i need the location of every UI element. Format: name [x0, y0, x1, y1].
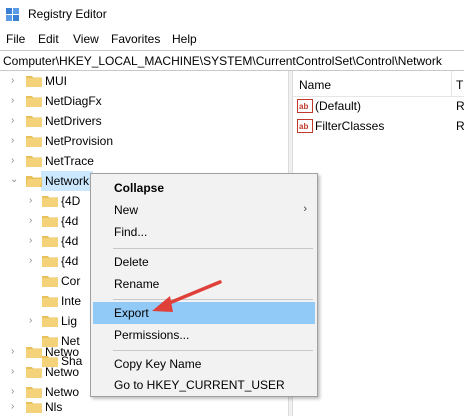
chevron-right-icon[interactable]: ›: [11, 387, 21, 397]
chevron-right-icon[interactable]: ›: [11, 136, 21, 146]
tree-item-label: Nls: [45, 400, 63, 414]
value-row-default[interactable]: ab (Default) R: [293, 96, 464, 116]
menu-item-label: New: [114, 203, 139, 217]
chevron-right-icon[interactable]: ›: [29, 196, 39, 206]
folder-icon: [26, 116, 42, 127]
tree-item-label: MUI: [45, 74, 67, 88]
string-value-icon: ab: [297, 99, 313, 113]
tree-item-label: {4D: [61, 194, 81, 208]
folder-icon: [42, 316, 58, 327]
tree-item-nls[interactable]: › Nls: [0, 397, 272, 416]
menu-item-label: Go to HKEY_CURRENT_USER: [114, 378, 285, 392]
menu-item-new[interactable]: New ›: [93, 199, 315, 221]
tree-item-netdrivers[interactable]: › NetDrivers: [0, 111, 272, 131]
menu-bar: File Edit View Favorites Help: [0, 30, 464, 50]
chevron-right-icon[interactable]: ›: [11, 76, 21, 86]
folder-icon: [42, 196, 58, 207]
menu-favorites[interactable]: Favorites: [111, 32, 160, 46]
chevron-right-icon[interactable]: ›: [11, 347, 21, 357]
values-column-header: Name T: [293, 71, 464, 97]
tree-item-label: NetDiagFx: [45, 94, 102, 108]
menu-item-copy-key-name[interactable]: Copy Key Name: [93, 353, 315, 375]
values-pane[interactable]: Name T ab (Default) R ab FilterClasses R: [293, 71, 464, 416]
folder-icon: [26, 136, 42, 147]
folder-icon: [42, 296, 58, 307]
submenu-arrow-icon: ›: [303, 203, 307, 215]
menu-item-label: Delete: [114, 255, 149, 269]
folder-icon: [42, 236, 58, 247]
window-title: Registry Editor: [28, 7, 107, 21]
value-type: R: [456, 119, 464, 133]
chevron-right-icon[interactable]: ›: [11, 116, 21, 126]
menu-item-label: Copy Key Name: [114, 357, 202, 371]
value-row-filterclasses[interactable]: ab FilterClasses R: [293, 116, 464, 136]
tree-item-label: NetTrace: [45, 154, 94, 168]
tree-item-label: Network: [45, 174, 90, 188]
tree-item-label: {4d: [61, 234, 79, 248]
value-type: R: [456, 99, 464, 113]
column-type[interactable]: T: [456, 78, 463, 92]
tree-item-mui[interactable]: › MUI: [0, 71, 272, 91]
column-name[interactable]: Name: [299, 78, 331, 92]
menu-item-label: Find...: [114, 225, 148, 239]
address-bar[interactable]: Computer\HKEY_LOCAL_MACHINE\SYSTEM\Curre…: [0, 50, 464, 71]
menu-file[interactable]: File: [6, 32, 25, 46]
folder-icon: [26, 76, 42, 87]
menu-help[interactable]: Help: [172, 32, 197, 46]
folder-icon: [42, 256, 58, 267]
chevron-right-icon[interactable]: ›: [29, 216, 39, 226]
chevron-right-icon[interactable]: ›: [11, 367, 21, 377]
menu-edit[interactable]: Edit: [38, 32, 59, 46]
tree-item-label: Netwo: [45, 365, 80, 379]
tree-item-netdiagfx[interactable]: › NetDiagFx: [0, 91, 272, 111]
address-path: Computer\HKEY_LOCAL_MACHINE\SYSTEM\Curre…: [3, 54, 442, 68]
tree-item-netprovision[interactable]: › NetProvision: [0, 131, 272, 151]
chevron-right-icon[interactable]: ›: [29, 316, 39, 326]
folder-icon: [42, 216, 58, 227]
menu-view[interactable]: View: [73, 32, 99, 46]
chevron-right-icon[interactable]: ›: [11, 96, 21, 106]
folder-icon: [26, 347, 42, 358]
menu-item-find[interactable]: Find...: [93, 221, 315, 243]
value-name: FilterClasses: [315, 119, 385, 133]
menu-item-label: Collapse: [114, 181, 165, 195]
chevron-right-icon[interactable]: ›: [29, 256, 39, 266]
folder-icon: [26, 96, 42, 107]
tree-item-label: Inte: [61, 294, 82, 308]
folder-icon: [26, 156, 42, 167]
tree-item-label: Cor: [61, 274, 81, 288]
menu-separator: [113, 248, 313, 249]
tree-item-label: Netwo: [45, 345, 80, 359]
menu-item-collapse[interactable]: Collapse: [93, 177, 315, 199]
folder-icon: [26, 402, 42, 413]
annotation-arrow-icon: [152, 280, 222, 312]
column-divider[interactable]: [451, 71, 452, 97]
svg-text:ab: ab: [299, 122, 308, 131]
registry-editor-icon: [6, 8, 19, 21]
chevron-right-icon[interactable]: ›: [11, 402, 21, 412]
menu-item-label: Permissions...: [114, 328, 190, 342]
chevron-right-icon[interactable]: ›: [29, 236, 39, 246]
tree-item-label: {4d: [61, 214, 79, 228]
string-value-icon: ab: [297, 119, 313, 133]
tree-item-label: {4d: [61, 254, 79, 268]
chevron-down-icon[interactable]: ⌄: [10, 175, 20, 185]
folder-icon: [42, 276, 58, 287]
tree-item-label: NetProvision: [45, 134, 114, 148]
menu-separator: [113, 350, 313, 351]
title-bar: Registry Editor: [0, 0, 464, 30]
open-folder-icon: [26, 176, 42, 187]
menu-item-goto-hkcu[interactable]: Go to HKEY_CURRENT_USER: [93, 374, 315, 396]
tree-item-nettrace[interactable]: › NetTrace: [0, 151, 272, 171]
tree-item-label: NetDrivers: [45, 114, 102, 128]
value-name: (Default): [315, 99, 362, 113]
tree-item-label: Lig: [61, 314, 78, 328]
svg-text:ab: ab: [299, 102, 308, 111]
folder-icon: [26, 367, 42, 378]
chevron-right-icon[interactable]: ›: [11, 156, 21, 166]
